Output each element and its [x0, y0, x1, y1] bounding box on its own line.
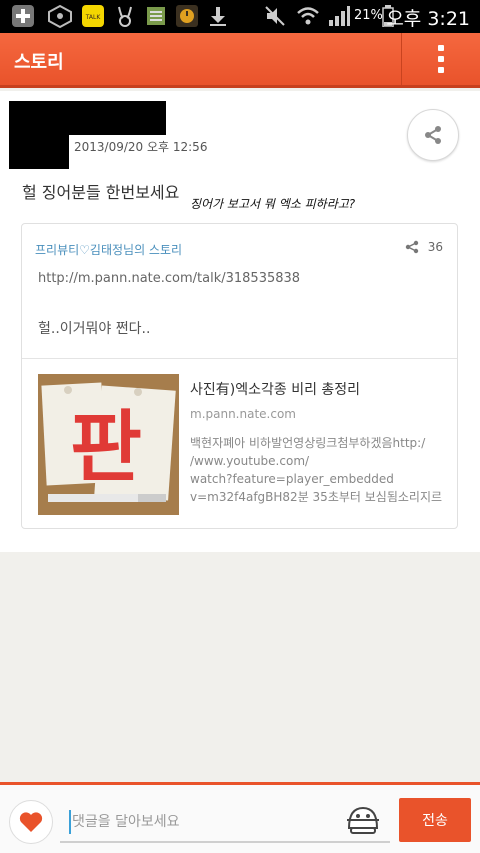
- share-icon: [425, 126, 441, 144]
- story-content: 2013/09/20 오후 12:56 헐 징어분들 한번보세요 징어가 보고서…: [0, 91, 480, 552]
- more-vert-icon[interactable]: [402, 33, 480, 85]
- share-icon: [405, 240, 418, 254]
- wifi-icon: [294, 5, 322, 27]
- link-description-line: watch?feature=player_embedded: [190, 472, 394, 486]
- link-description-line: v=m32f4afgBH82분 35초부터 보심됨소리지르: [190, 490, 443, 504]
- handwritten-annotation: 징어가 보고서 뭐 엑소 피하라고?: [190, 197, 356, 211]
- link-description-line: /www.youtube.com/: [190, 454, 310, 468]
- add-icon: [10, 5, 36, 27]
- like-button[interactable]: [9, 800, 53, 844]
- author-name-redacted[interactable]: [69, 101, 166, 135]
- link-thumbnail[interactable]: 판: [38, 374, 179, 515]
- emoticon-icon: [347, 806, 379, 834]
- shared-story-header: 프리뷰티♡김태정님의 스토리 36 http://m.pann.nate.com…: [22, 224, 457, 359]
- emoticon-button[interactable]: [344, 803, 382, 837]
- app-header: 스토리: [0, 33, 480, 88]
- link-title[interactable]: 사진有)엑소각종 비리 총정리: [190, 379, 360, 399]
- post-timestamp: 2013/09/20 오후 12:56: [74, 140, 208, 154]
- notes-icon: [144, 5, 168, 27]
- comment-bar: 전송: [0, 782, 480, 853]
- share-count-value: 36: [427, 240, 443, 254]
- shared-url[interactable]: http://m.pann.nate.com/talk/318535838: [38, 271, 300, 286]
- svg-text:TALK: TALK: [85, 14, 102, 21]
- pann-logo-image: 판: [38, 374, 179, 515]
- shared-story-card[interactable]: 프리뷰티♡김태정님의 스토리 36 http://m.pann.nate.com…: [21, 223, 458, 529]
- share-count[interactable]: 36: [405, 240, 443, 254]
- exo-icon: [46, 4, 74, 28]
- avatar[interactable]: [9, 101, 69, 169]
- signal-icon: [326, 5, 352, 27]
- link-description-line: 백현자폐아 비하발언영상링크첨부하겠음http:/: [190, 436, 426, 450]
- text-caret: [69, 810, 71, 834]
- heart-icon: [19, 812, 43, 832]
- bunny-icon: [112, 5, 138, 27]
- svg-text:판: 판: [70, 403, 142, 493]
- shared-body-text: 헐..이거뭐야 쩐다..: [38, 321, 151, 337]
- clock-app-icon: [174, 5, 200, 27]
- status-bar: TALK 21% 오후 3:21: [0, 0, 480, 33]
- post-text: 헐 징어분들 한번보세요: [22, 183, 180, 202]
- link-domain: m.pann.nate.com: [190, 407, 296, 421]
- link-description: 백현자폐아 비하발언영상링크첨부하겠음http:/ /www.youtube.c…: [190, 434, 452, 506]
- page-title: 스토리: [14, 52, 64, 73]
- send-button[interactable]: 전송: [399, 798, 471, 842]
- download-icon: [206, 5, 230, 27]
- kakaotalk-icon: TALK: [80, 5, 106, 27]
- battery-percent: 21%: [354, 8, 383, 23]
- mute-icon: [262, 5, 288, 27]
- share-button[interactable]: [407, 109, 459, 161]
- comment-input[interactable]: [60, 803, 390, 843]
- clock: 오후 3:21: [386, 8, 470, 30]
- shared-author-link[interactable]: 프리뷰티♡김태정님의 스토리: [35, 241, 182, 258]
